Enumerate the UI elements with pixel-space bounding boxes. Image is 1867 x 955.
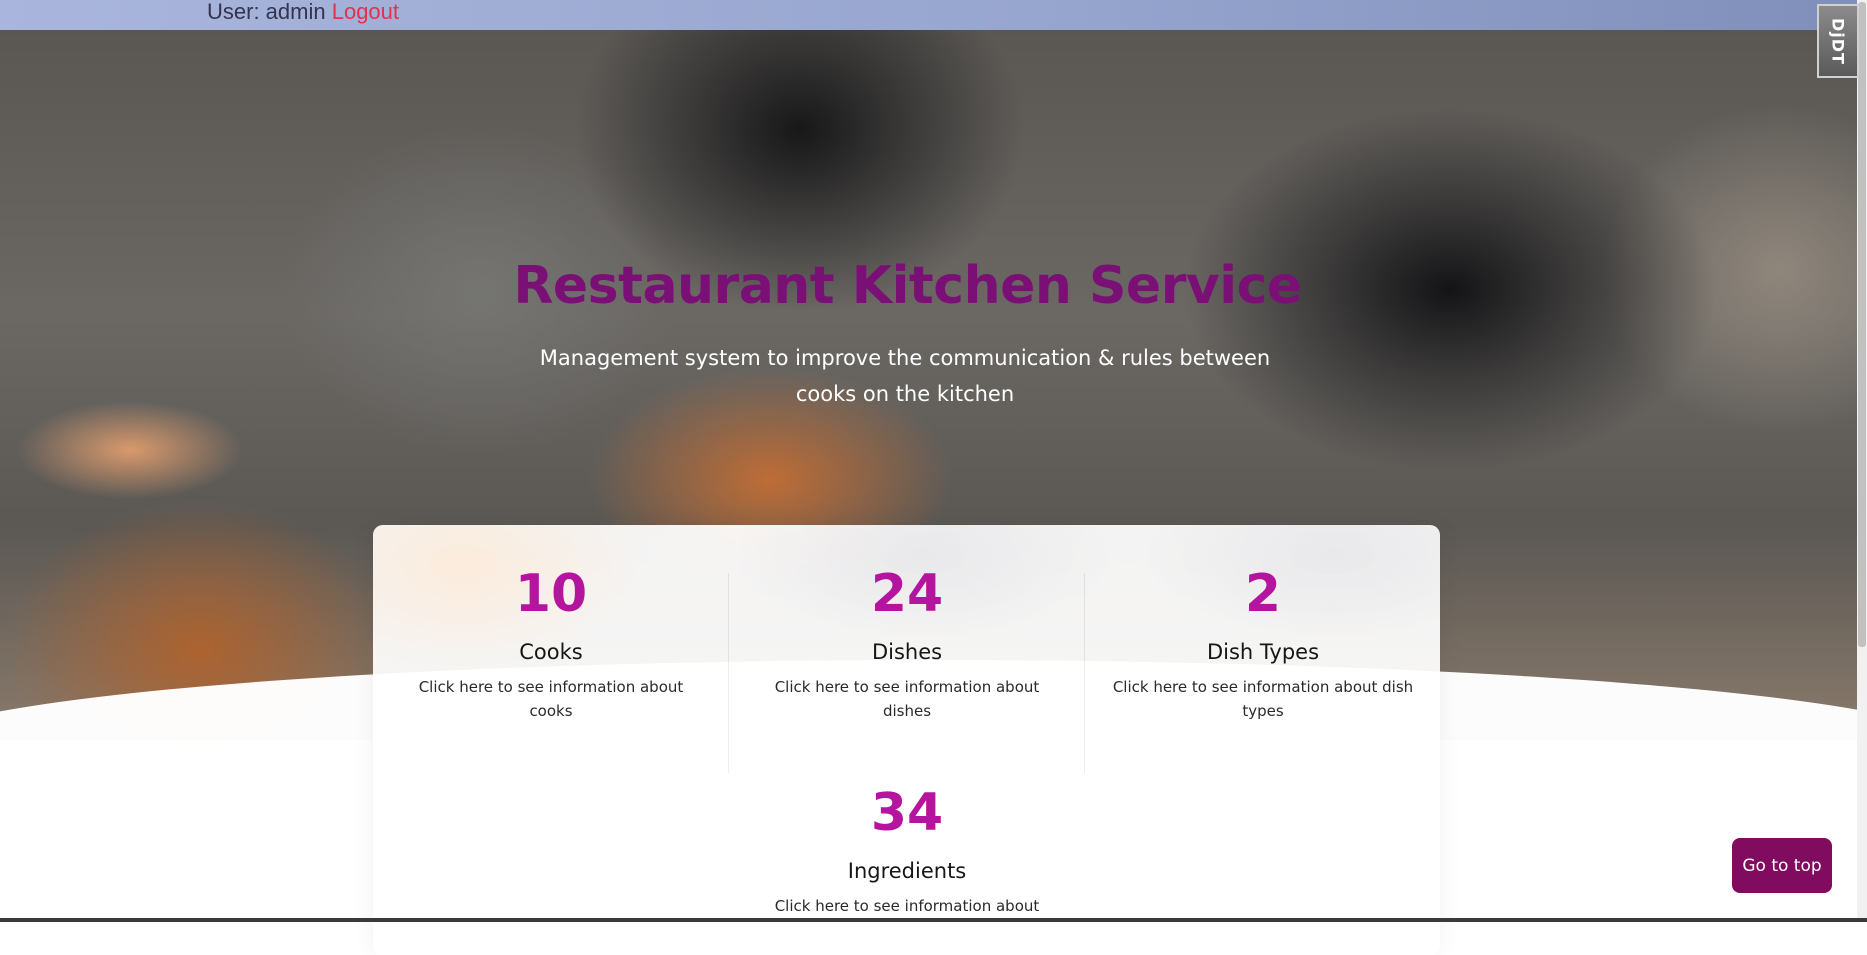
stat-value: 34 [870, 783, 944, 843]
stat-label: Ingredients [847, 859, 967, 883]
stat-dishes[interactable]: 24 Dishes Click here to see information … [729, 563, 1085, 723]
stat-value: 24 [870, 564, 944, 624]
scrollbar[interactable] [1857, 0, 1867, 922]
stat-value: 2 [1244, 564, 1282, 624]
top-bar: User: admin Logout [0, 0, 1867, 30]
page-title: Restaurant Kitchen Service [513, 256, 1302, 316]
stat-ingredients[interactable]: 34 Ingredients Click here to see informa… [729, 782, 1085, 918]
stat-description: Click here to see information about cook… [418, 678, 684, 720]
stats-card: 10 Cooks Click here to see information a… [373, 525, 1440, 955]
stat-dish-types[interactable]: 2 Dish Types Click here to see informati… [1085, 563, 1441, 723]
stat-label: Cooks [519, 640, 583, 664]
stat-description: Click here to see information about dish… [774, 678, 1040, 720]
go-to-top-button[interactable]: Go to top [1732, 838, 1832, 893]
stat-label: Dishes [871, 640, 943, 664]
scrollbar-thumb[interactable] [1858, 2, 1866, 647]
stat-label: Dish Types [1206, 640, 1320, 664]
debug-toolbar-label: DjDT [1828, 17, 1848, 65]
stat-description: Click here to see information about [774, 897, 1040, 915]
stat-description: Click here to see information about dish… [1112, 678, 1414, 720]
user-label: User: admin [207, 0, 326, 24]
debug-toolbar-handle[interactable]: DjDT [1817, 4, 1859, 78]
logout-link[interactable]: Logout [332, 0, 399, 24]
stat-cooks[interactable]: 10 Cooks Click here to see information a… [373, 563, 729, 723]
page-subtitle: Management system to improve the communi… [539, 346, 1271, 406]
user-info: User: admin Logout [207, 0, 399, 25]
bottom-border [0, 918, 1867, 922]
stat-value: 10 [514, 564, 588, 624]
